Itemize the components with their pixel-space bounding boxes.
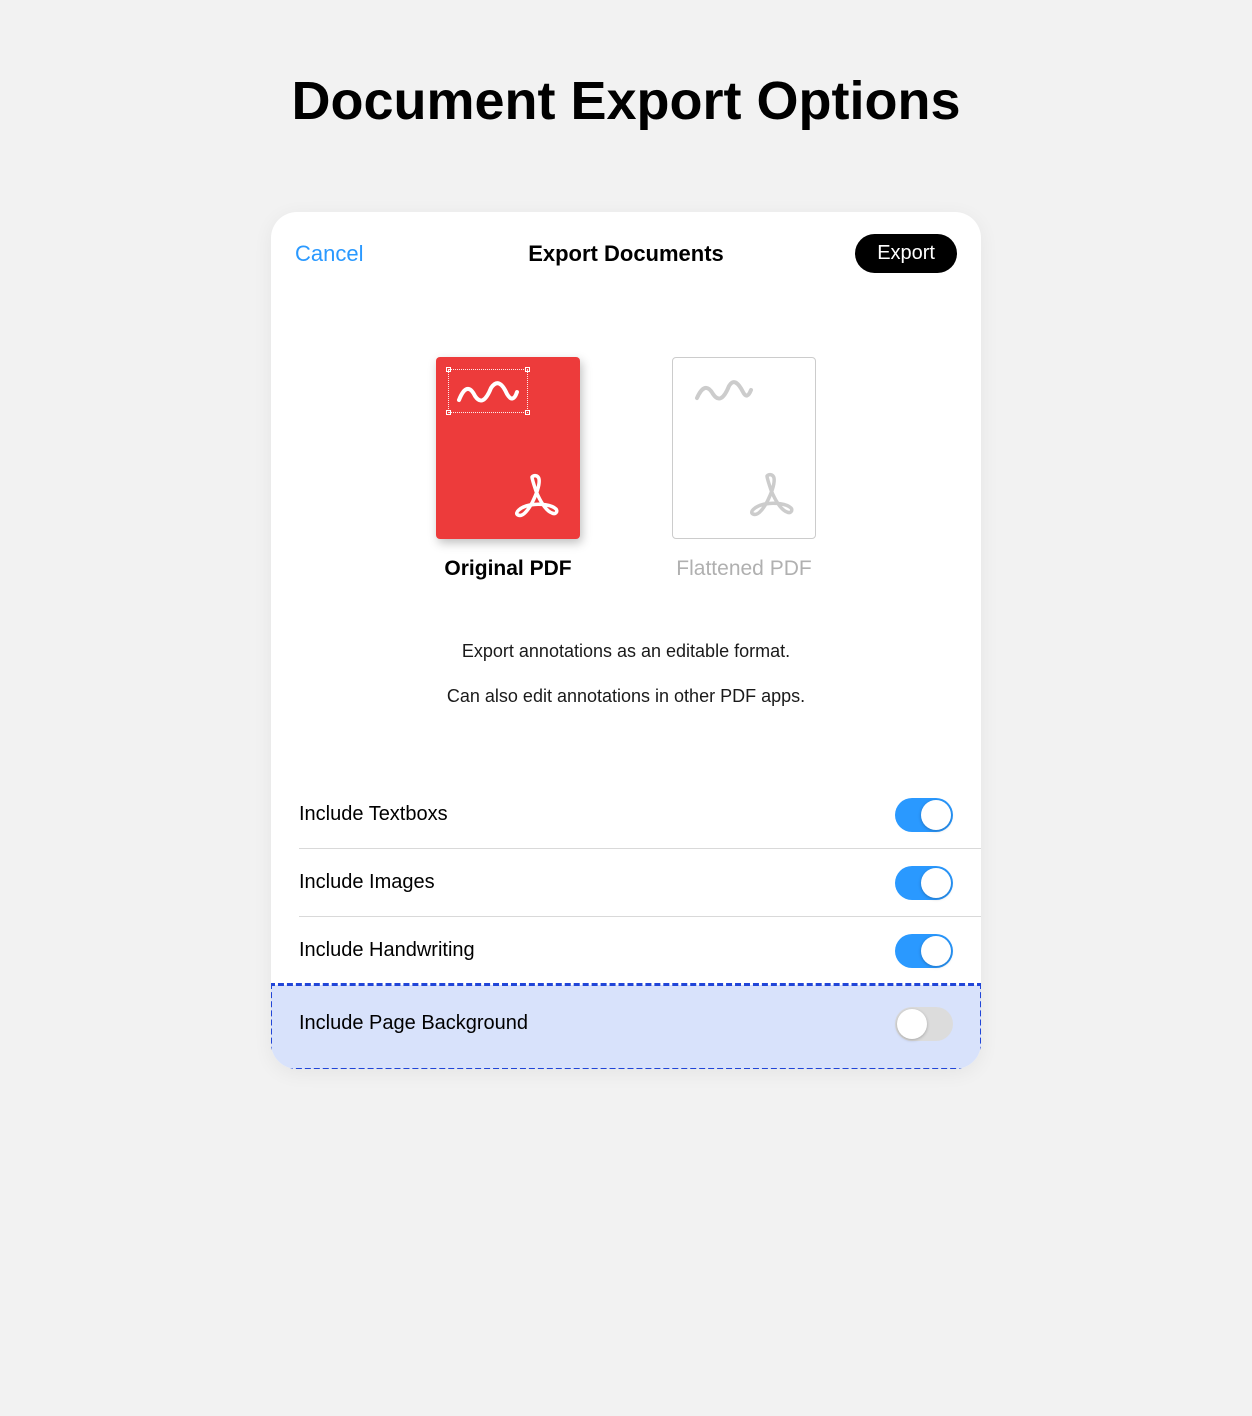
adobe-icon: [745, 468, 801, 524]
toggle-label: Include Images: [299, 871, 435, 894]
toggle-label: Include Page Background: [299, 1012, 528, 1035]
option-label-original: Original PDF: [436, 557, 580, 581]
format-options: Original PDF Flattened PDF: [271, 357, 981, 581]
export-modal: Cancel Export Documents Export Original …: [271, 212, 981, 1069]
page-title: Document Export Options: [0, 70, 1252, 132]
modal-title: Export Documents: [528, 241, 724, 267]
toggle-label: Include Textboxs: [299, 803, 448, 826]
toggle-label: Include Handwriting: [299, 939, 475, 962]
cancel-button[interactable]: Cancel: [295, 241, 363, 267]
toggle-switch-textboxs[interactable]: [895, 798, 953, 832]
toggle-row-page-background: Include Page Background: [271, 985, 981, 1069]
toggle-list: Include Textboxs Include Images Include …: [271, 781, 981, 1069]
toggle-row-images: Include Images: [271, 849, 981, 917]
flattened-pdf-card: [672, 357, 816, 539]
toggle-row-textboxs: Include Textboxs: [271, 781, 981, 849]
description-line-2: Can also edit annotations in other PDF a…: [271, 682, 981, 711]
scribble-icon: [691, 372, 761, 412]
adobe-icon: [510, 469, 566, 525]
toggle-switch-page-background[interactable]: [895, 1007, 953, 1041]
selection-box-icon: [448, 369, 528, 413]
toggle-switch-images[interactable]: [895, 866, 953, 900]
description-line-1: Export annotations as an editable format…: [271, 637, 981, 666]
modal-header: Cancel Export Documents Export: [271, 212, 981, 287]
format-description: Export annotations as an editable format…: [271, 637, 981, 711]
toggle-switch-handwriting[interactable]: [895, 934, 953, 968]
option-original-pdf[interactable]: Original PDF: [436, 357, 580, 581]
option-label-flattened: Flattened PDF: [672, 557, 816, 581]
export-button[interactable]: Export: [855, 234, 957, 273]
toggle-row-handwriting: Include Handwriting: [271, 917, 981, 985]
original-pdf-card: [436, 357, 580, 539]
option-flattened-pdf[interactable]: Flattened PDF: [672, 357, 816, 581]
